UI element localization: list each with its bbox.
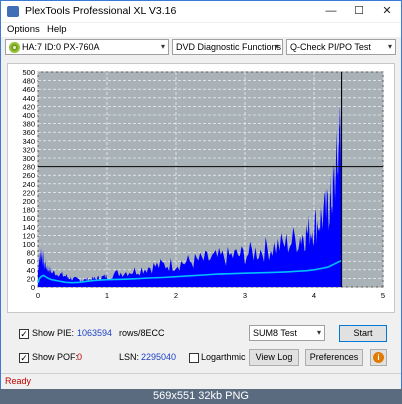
x-tick-label: 2 bbox=[174, 291, 178, 300]
y-tick-label: 400 bbox=[22, 111, 35, 120]
y-tick-label: 240 bbox=[22, 180, 35, 189]
y-tick-label: 140 bbox=[22, 223, 35, 232]
y-tick-label: 100 bbox=[22, 240, 35, 249]
y-tick-label: 220 bbox=[22, 188, 35, 197]
y-tick-label: 200 bbox=[22, 197, 35, 206]
start-button[interactable]: Start bbox=[339, 325, 387, 342]
logarithmic-label: Logarthmic bbox=[201, 352, 246, 362]
maximize-button[interactable]: ☐ bbox=[345, 1, 373, 22]
info-button[interactable]: i bbox=[370, 349, 387, 366]
preferences-button[interactable]: Preferences bbox=[305, 349, 363, 366]
y-tick-label: 420 bbox=[22, 102, 35, 111]
y-tick-label: 40 bbox=[27, 266, 35, 275]
x-tick-label: 3 bbox=[243, 291, 247, 300]
x-tick-label: 1 bbox=[105, 291, 109, 300]
test-mode-select[interactable]: SUM8 Test ▾ bbox=[249, 325, 325, 341]
status-bar: Ready bbox=[1, 373, 401, 389]
y-tick-label: 80 bbox=[27, 249, 35, 258]
y-tick-label: 440 bbox=[22, 94, 35, 103]
y-tick-label: 480 bbox=[22, 77, 35, 86]
disc-icon bbox=[9, 42, 20, 53]
window-title: PlexTools Professional XL V3.16 bbox=[25, 5, 177, 17]
menu-options[interactable]: Options bbox=[7, 24, 40, 35]
lsn-value: 2295040 bbox=[141, 352, 177, 362]
chevron-down-icon: ▾ bbox=[274, 42, 279, 51]
y-tick-label: 160 bbox=[22, 214, 35, 223]
y-tick-label: 460 bbox=[22, 85, 35, 94]
app-icon bbox=[7, 6, 19, 17]
y-tick-label: 500 bbox=[22, 68, 35, 77]
y-tick-label: 340 bbox=[22, 137, 35, 146]
x-tick-label: 0 bbox=[36, 291, 40, 300]
pie-unit: rows/8ECC bbox=[119, 328, 165, 338]
y-tick-label: 20 bbox=[27, 274, 35, 283]
test-select-value: Q-Check PI/PO Test bbox=[290, 42, 371, 52]
chevron-down-icon: ▾ bbox=[316, 328, 321, 337]
y-tick-label: 280 bbox=[22, 163, 35, 172]
view-log-button[interactable]: View Log bbox=[249, 349, 299, 366]
show-pie-label: Show PIE: bbox=[32, 328, 75, 338]
close-button[interactable]: ✕ bbox=[373, 1, 401, 22]
show-pof-label: Show POF: bbox=[32, 352, 79, 362]
info-icon: i bbox=[373, 352, 384, 363]
y-tick-label: 120 bbox=[22, 231, 35, 240]
drive-select-value: HA:7 ID:0 PX-760A bbox=[22, 42, 100, 52]
title-bar: PlexTools Professional XL V3.16 — ☐ ✕ bbox=[1, 1, 401, 22]
y-tick-label: 380 bbox=[22, 120, 35, 129]
chevron-down-icon: ▾ bbox=[387, 42, 392, 51]
x-axis: 0 1 2 3 4 5 bbox=[36, 291, 385, 300]
image-caption: 569x551 32kb PNG bbox=[152, 390, 249, 402]
lsn-label: LSN: bbox=[119, 352, 140, 362]
x-tick-label: 4 bbox=[312, 291, 316, 300]
chart-panel: 0 20 40 60 80 100 120 140 160 180 200 220 240 260 280 3… bbox=[7, 63, 395, 313]
pi-po-chart: 0204060801001201401601802002202402602803… bbox=[22, 68, 385, 300]
y-tick-label: 360 bbox=[22, 128, 35, 137]
function-select[interactable]: DVD Diagnostic Functions ▾ bbox=[172, 39, 283, 55]
toolbar: HA:7 ID:0 PX-760A ▾ DVD Diagnostic Funct… bbox=[1, 39, 401, 57]
show-pof-checkbox[interactable]: ✓ bbox=[19, 353, 29, 363]
y-tick-label: 260 bbox=[22, 171, 35, 180]
y-tick-label: 0 bbox=[31, 283, 35, 292]
menu-bar: Options Help bbox=[1, 23, 401, 37]
y-tick-label: 320 bbox=[22, 145, 35, 154]
x-tick-label: 5 bbox=[381, 291, 385, 300]
show-pie-checkbox[interactable]: ✓ bbox=[19, 329, 29, 339]
y-axis: 0204060801001201401601802002202402602803… bbox=[22, 68, 35, 292]
chevron-down-icon: ▾ bbox=[160, 42, 165, 51]
y-tick-label: 60 bbox=[27, 257, 35, 266]
pof-value: 0 bbox=[77, 352, 83, 362]
pie-value: 1063594 bbox=[77, 328, 113, 338]
y-tick-label: 300 bbox=[22, 154, 35, 163]
function-select-value: DVD Diagnostic Functions bbox=[176, 42, 282, 52]
minimize-button[interactable]: — bbox=[317, 1, 345, 22]
menu-help[interactable]: Help bbox=[47, 24, 67, 35]
logarithmic-checkbox[interactable] bbox=[189, 353, 199, 363]
test-select[interactable]: Q-Check PI/PO Test ▾ bbox=[286, 39, 396, 55]
y-tick-label: 180 bbox=[22, 206, 35, 215]
test-mode-value: SUM8 Test bbox=[253, 328, 297, 338]
status-text: Ready bbox=[5, 376, 32, 386]
app-window: PlexTools Professional XL V3.16 — ☐ ✕ Op… bbox=[0, 0, 402, 389]
drive-select[interactable]: HA:7 ID:0 PX-760A ▾ bbox=[5, 39, 169, 55]
